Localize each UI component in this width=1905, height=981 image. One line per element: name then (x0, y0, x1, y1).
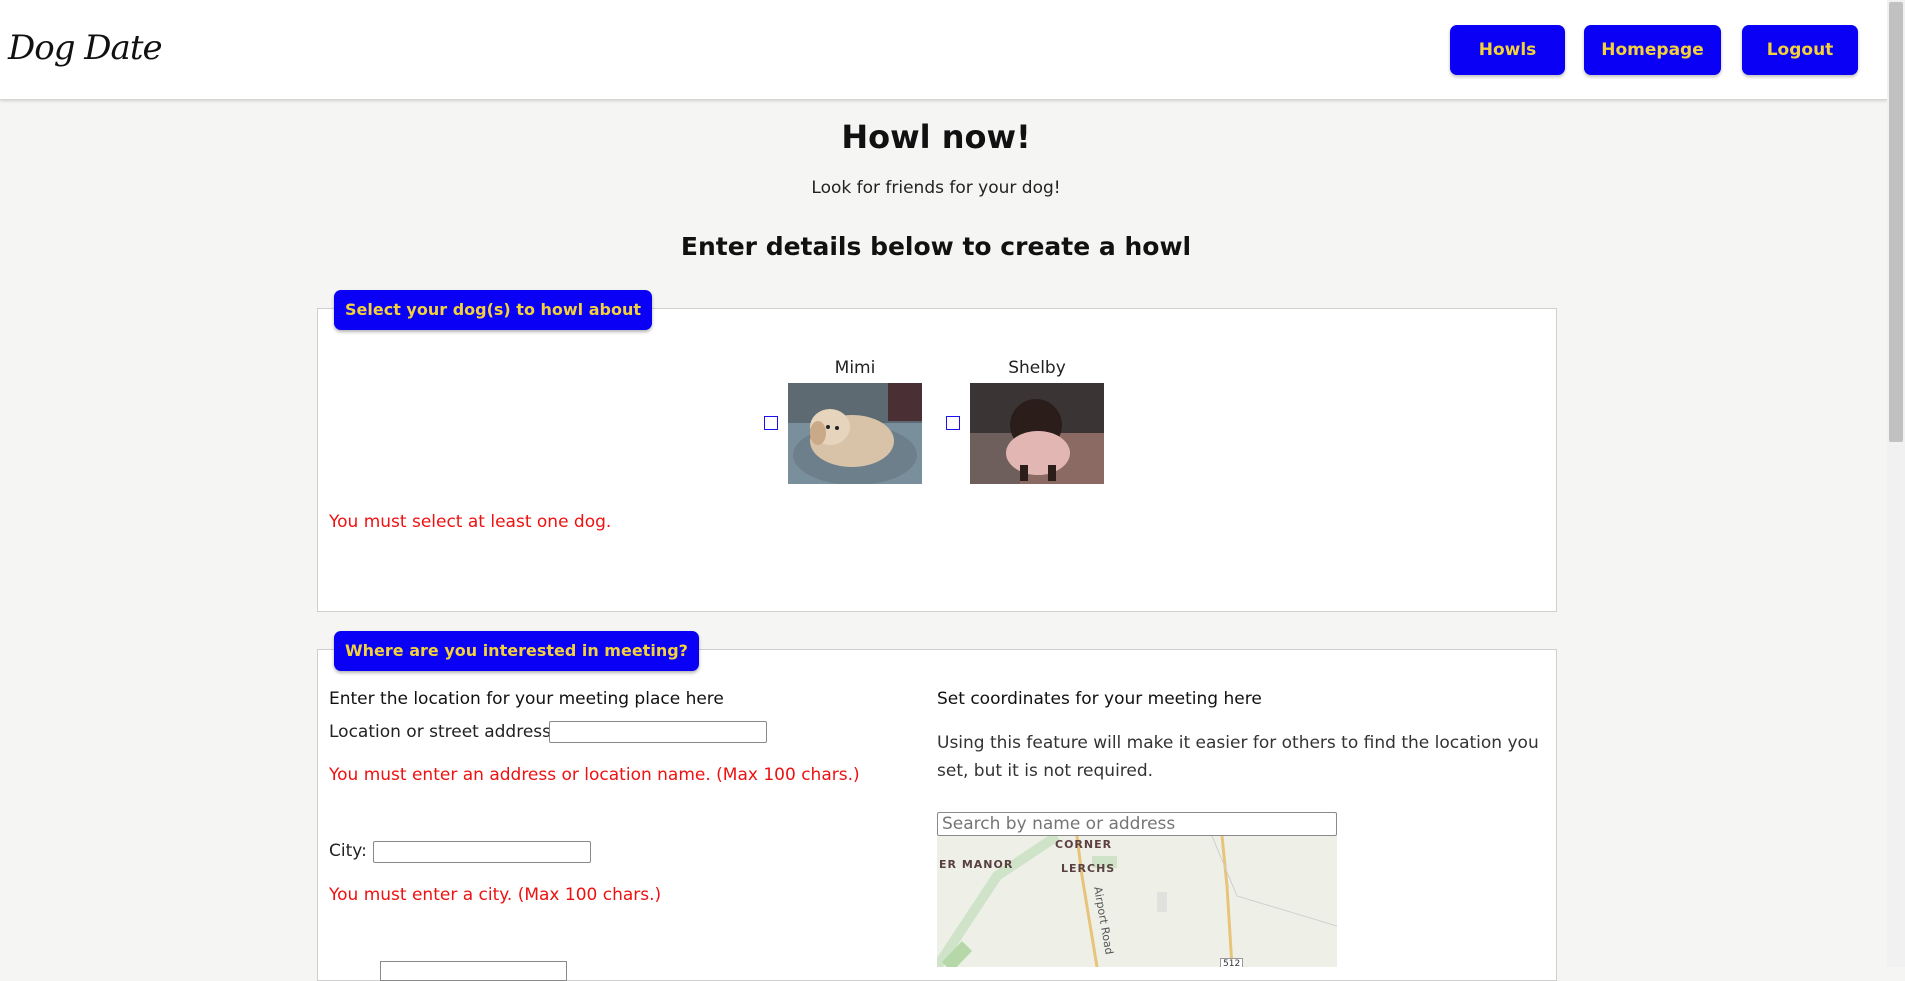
location-right-heading: Set coordinates for your meeting here (937, 689, 1262, 709)
city-input[interactable] (373, 841, 591, 863)
form-heading: Enter details below to create a howl (680, 232, 1192, 261)
site-logo[interactable]: Dog Date (8, 28, 163, 68)
dog-card-mimi: Mimi (788, 358, 922, 378)
state-select[interactable] (380, 961, 567, 981)
dog-photo-mimi (788, 383, 922, 484)
map-label-lerchs: LERCHS (1061, 862, 1116, 875)
map-label-manor: ER MANOR (939, 858, 1014, 871)
city-label: City: (329, 841, 367, 861)
dog-select-legend: Select your dog(s) to howl about (334, 290, 653, 330)
homepage-nav-button[interactable]: Homepage (1584, 25, 1721, 75)
page-subtitle: Look for friends for your dog! (811, 178, 1061, 198)
map-label-corner: CORNER (1055, 838, 1113, 851)
coordinates-help-text: Using this feature will make it easier f… (937, 733, 1539, 781)
address-input[interactable] (549, 721, 767, 743)
dog-checkbox-mimi[interactable] (764, 416, 778, 430)
dog-photo-shelby (970, 383, 1104, 484)
scrollbar-thumb[interactable] (1889, 2, 1903, 442)
page-title: Howl now! (841, 118, 1031, 156)
logout-nav-button[interactable]: Logout (1742, 25, 1858, 75)
address-error: You must enter an address or location na… (329, 765, 860, 785)
map-search-input[interactable] (937, 812, 1337, 836)
dog-select-error: You must select at least one dog. (329, 512, 612, 532)
dog-select-fieldset (317, 308, 1557, 612)
howls-nav-button[interactable]: Howls (1450, 25, 1565, 75)
city-error: You must enter a city. (Max 100 chars.) (329, 885, 662, 905)
dog-name-mimi: Mimi (834, 358, 876, 378)
top-navbar: Dog Date Howls Homepage Logout (0, 0, 1887, 100)
location-legend: Where are you interested in meeting? (334, 631, 699, 671)
map-label-route: 512 (1220, 958, 1244, 967)
dog-card-shelby: Shelby (970, 358, 1104, 378)
dog-name-shelby: Shelby (1008, 358, 1066, 378)
page-scrollbar[interactable] (1887, 0, 1905, 967)
location-left-heading: Enter the location for your meeting plac… (329, 689, 724, 709)
dog-checkbox-shelby[interactable] (946, 416, 960, 430)
coordinates-map[interactable]: CORNER ER MANOR LERCHS Airport Road 512 (937, 836, 1337, 967)
address-label: Location or street address: (329, 722, 557, 742)
